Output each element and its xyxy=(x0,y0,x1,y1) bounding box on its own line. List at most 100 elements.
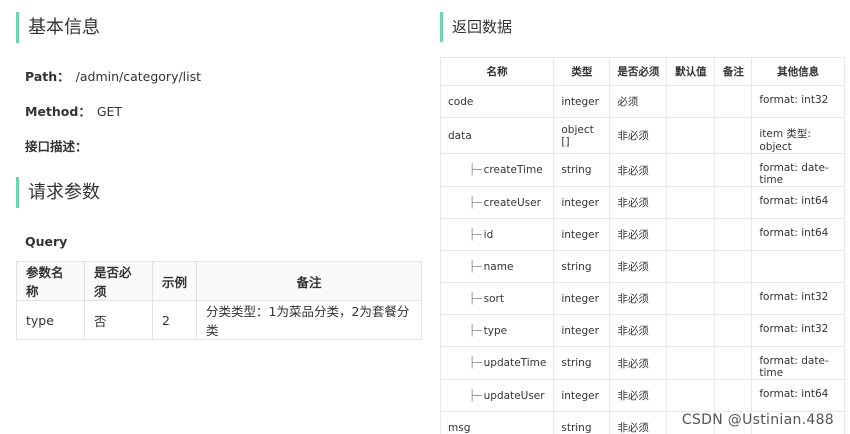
resp-cell-required-text: 非必须 xyxy=(617,357,649,370)
resp-cell-type-text: integer xyxy=(561,389,599,402)
resp-cell-type: integer xyxy=(553,314,611,347)
resp-cell-type: string xyxy=(553,250,611,283)
resp-cell-name-text: data xyxy=(448,129,472,142)
resp-cell-note xyxy=(714,282,753,315)
resp-cell-name-text: name xyxy=(483,260,514,273)
resp-cell-required-text: 非必须 xyxy=(617,390,649,402)
resp-cell-note xyxy=(714,379,753,412)
resp-cell-required-text: 非必须 xyxy=(617,325,649,337)
query-header-row: 参数名称 是否必须 示例 备注 xyxy=(16,261,422,301)
resp-cell-note xyxy=(714,218,753,251)
resp-cell-required: 非必须 xyxy=(609,250,668,283)
resp-cell-required-text: 非必须 xyxy=(617,164,649,177)
resp-cell-note xyxy=(714,186,753,219)
resp-cell-name: ├─ name xyxy=(439,250,555,283)
query-cell-name: type xyxy=(16,300,85,340)
resp-cell-name: ├─ createUser xyxy=(439,186,555,219)
method-label: Method： xyxy=(25,104,91,119)
resp-cell-required: 必须 xyxy=(609,85,668,118)
resp-cell-default xyxy=(666,117,716,154)
tree-branch-icon: ├─ xyxy=(469,292,482,305)
resp-cell-other-text: format: int32 xyxy=(759,291,829,303)
resp-cell-type-text: integer xyxy=(561,292,599,305)
resp-cell-type-text: string xyxy=(561,260,592,273)
resp-cell-other-text: item 类型: object xyxy=(759,128,811,153)
table-row: ├─ name string 非必须 xyxy=(439,250,845,283)
resp-cell-type-text: integer xyxy=(561,324,599,337)
right-panel: 返回数据 名称 类型 是否必须 默认值 备注 其他信息 code integer 必… xyxy=(439,12,848,434)
resp-cell-required-text: 非必须 xyxy=(617,130,649,142)
desc-label: 接口描述： xyxy=(25,139,88,154)
resp-cell-name-text: type xyxy=(483,324,508,337)
resp-cell-required-text: 非必须 xyxy=(617,261,649,273)
query-cell-example: 2 xyxy=(152,300,197,340)
resp-cell-type: integer xyxy=(553,186,611,219)
path-label: Path： xyxy=(25,69,70,84)
resp-cell-name: ├─ type xyxy=(439,314,555,347)
resp-cell-required: 非必须 xyxy=(609,218,668,251)
resp-cell-note xyxy=(714,250,753,283)
resp-cell-name-text: id xyxy=(483,228,494,241)
resp-cell-default xyxy=(666,218,716,251)
resp-cell-required: 非必须 xyxy=(609,117,668,154)
resp-cell-note xyxy=(714,117,753,154)
resp-cell-default xyxy=(666,282,716,315)
resp-cell-required: 非必须 xyxy=(609,379,668,412)
table-row: ├─ createUser integer 非必须 format: int64 xyxy=(439,186,845,219)
resp-cell-other: format: int64 xyxy=(751,186,845,219)
resp-cell-type: string xyxy=(553,411,611,434)
tree-branch-icon: ├─ xyxy=(469,324,482,337)
table-row: ├─ createTime string 非必须 format: date-time xyxy=(439,153,845,187)
response-body: code integer 必须 format: int32 data object [] 非… xyxy=(439,85,845,434)
query-header-note: 备注 xyxy=(196,261,422,301)
resp-header-name: 名称 xyxy=(439,57,555,86)
table-row: ├─ updateUser integer 非必须 format: int64 xyxy=(439,379,845,412)
desc-field: 接口描述： xyxy=(25,136,424,155)
resp-cell-type-text: string xyxy=(561,357,592,369)
resp-cell-other-text: format: int64 xyxy=(759,388,829,400)
tree-branch-icon: ├─ xyxy=(469,357,482,369)
table-row: ├─ updateTime string 非必须 format: date-time xyxy=(439,346,845,380)
response-title: 返回数据 xyxy=(440,12,848,42)
resp-cell-other-text: format: date-time xyxy=(759,355,829,379)
resp-cell-type-text: integer xyxy=(561,228,599,241)
resp-cell-required: 非必须 xyxy=(609,346,668,380)
resp-cell-required-text: 非必须 xyxy=(617,293,649,305)
watermark: CSDN @Ustinian.488 xyxy=(681,412,834,428)
resp-cell-type-text: string xyxy=(561,164,592,176)
resp-cell-other: format: int64 xyxy=(751,218,845,251)
query-header-name: 参数名称 xyxy=(16,261,85,301)
resp-cell-required-text: 非必须 xyxy=(617,422,649,434)
table-row: data object [] 非必须 item 类型: object xyxy=(439,117,845,154)
resp-cell-type-text: integer xyxy=(561,196,599,209)
resp-cell-name: ├─ updateTime xyxy=(439,346,555,380)
resp-cell-type-text: object [] xyxy=(561,123,594,148)
resp-cell-name: ├─ updateUser xyxy=(439,379,555,412)
resp-cell-note xyxy=(714,314,753,347)
resp-cell-name: ├─ sort xyxy=(439,282,555,315)
resp-cell-required: 非必须 xyxy=(609,282,668,315)
query-cell-note: 分类类型：1为菜品分类，2为套餐分类 xyxy=(196,300,422,340)
resp-cell-required-text: 非必须 xyxy=(617,229,649,241)
resp-header-type: 类型 xyxy=(553,57,611,86)
resp-cell-other-text: format: int32 xyxy=(759,323,829,335)
resp-cell-required: 非必须 xyxy=(609,314,668,347)
resp-cell-required: 非必须 xyxy=(609,153,668,187)
resp-header-default: 默认值 xyxy=(666,57,716,86)
resp-cell-name-text: updateTime xyxy=(483,357,547,369)
resp-cell-type-text: integer xyxy=(561,95,599,108)
resp-cell-type: integer xyxy=(553,218,611,251)
resp-cell-other: item 类型: object xyxy=(751,117,845,154)
resp-cell-default xyxy=(666,85,716,118)
resp-cell-required-text: 非必须 xyxy=(617,197,649,209)
query-table: 参数名称 是否必须 示例 备注 type 否 2 分类类型：1为菜品分类，2为套… xyxy=(16,261,422,340)
table-row: code integer 必须 format: int32 xyxy=(439,85,845,118)
resp-cell-other-text: format: int32 xyxy=(759,94,829,106)
resp-cell-type: string xyxy=(553,346,611,380)
left-panel: 基本信息 Path： /admin/category/list Method： GE… xyxy=(16,12,424,340)
resp-cell-default xyxy=(666,379,716,412)
resp-cell-name-text: msg xyxy=(448,421,471,434)
resp-cell-default xyxy=(666,250,716,283)
resp-cell-name-text: updateUser xyxy=(483,389,545,402)
resp-cell-other xyxy=(751,250,845,283)
